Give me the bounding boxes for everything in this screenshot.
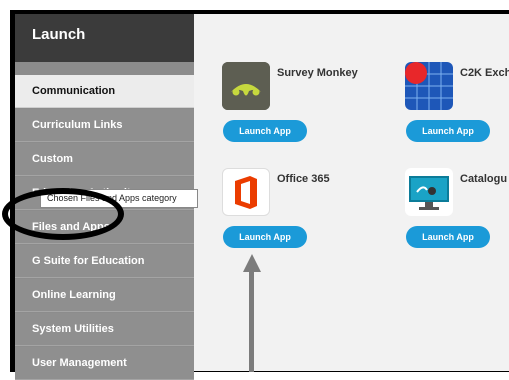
highlight-ellipse [2, 188, 124, 240]
app-name-catalogue: Catalogu [460, 173, 508, 185]
launch-app-button-catalogue[interactable]: Launch App [406, 226, 490, 248]
sidebar-item-communication[interactable]: Communication [15, 75, 194, 108]
arrow-shaft [249, 270, 254, 372]
launch-app-button-office-365[interactable]: Launch App [223, 226, 307, 248]
app-name-survey-monkey: Survey Monkey [277, 67, 358, 79]
office-365-icon[interactable] [222, 168, 270, 216]
sidebar-item-system-utilities[interactable]: System Utilities [15, 313, 194, 346]
sidebar-title: Launch [15, 14, 194, 62]
sidebar-item-custom[interactable]: Custom [15, 143, 194, 176]
app-name-c2k-exchange: C2K Exch [460, 67, 509, 79]
sidebar-item-g-suite[interactable]: G Suite for Education [15, 245, 194, 278]
sidebar-item-curriculum-links[interactable]: Curriculum Links [15, 109, 194, 142]
sidebar-item-online-learning[interactable]: Online Learning [15, 279, 194, 312]
c2k-exchange-icon[interactable] [405, 62, 453, 110]
app-name-office-365: Office 365 [277, 173, 330, 185]
launch-app-button-c2k-exchange[interactable]: Launch App [406, 120, 490, 142]
survey-monkey-icon[interactable] [222, 62, 270, 110]
catalogue-icon[interactable] [405, 168, 453, 216]
sidebar-item-user-management[interactable]: User Management [15, 347, 194, 380]
launch-app-button-survey-monkey[interactable]: Launch App [223, 120, 307, 142]
